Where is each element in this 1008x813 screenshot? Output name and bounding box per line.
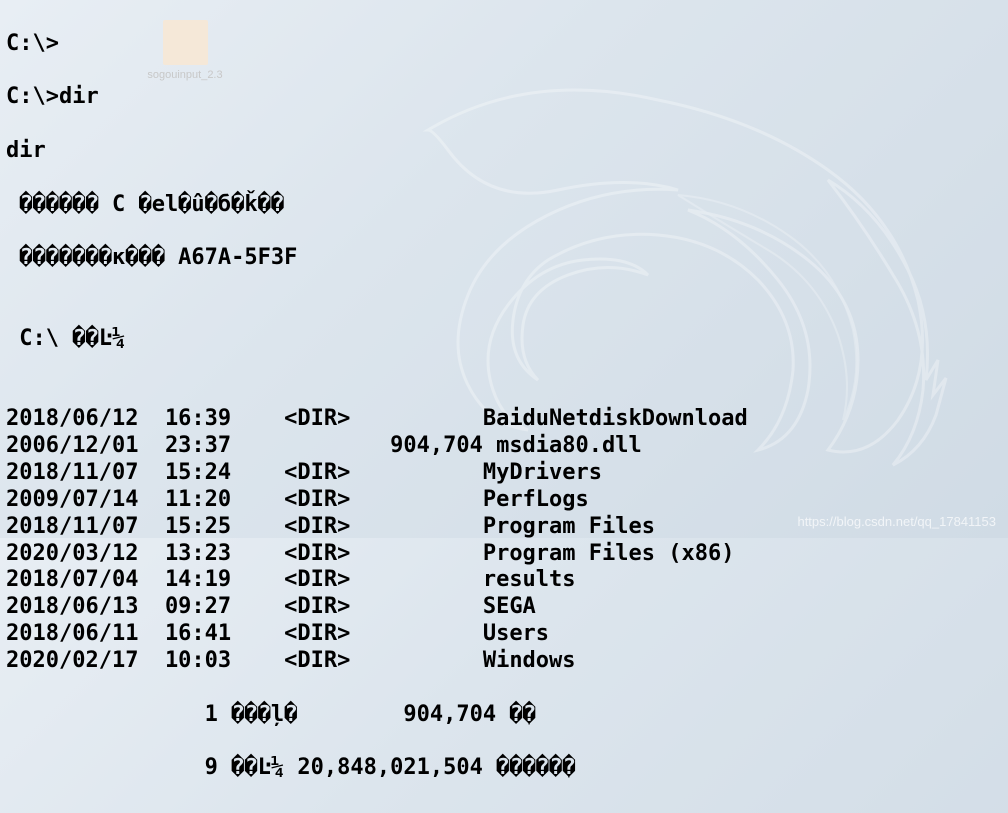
dir-entry: 2006/12/01 23:37 904,704 msdia80.dll: [6, 433, 1002, 460]
dir-entry: 2018/06/12 16:39 <DIR> BaiduNetdiskDownl…: [6, 406, 1002, 433]
summary-dirs: 9 ��Ŀ¼ 20,848,021,504 �����ֽ�: [6, 755, 1002, 782]
directory-path-line: C:\ ��Ŀ¼: [6, 326, 1002, 353]
watermark-text: https://blog.csdn.net/qq_17841153: [797, 514, 996, 530]
volume-label-line: ������ C �el�û�б�ǩ��: [6, 192, 1002, 219]
dir-entry: 2018/11/07 15:24 <DIR> MyDrivers: [6, 460, 1002, 487]
dir-entry: 2020/03/12 13:23 <DIR> Program Files (x8…: [6, 541, 1002, 568]
prompt-empty: C:\>: [6, 31, 1002, 58]
volume-serial-line: �������к��� A67A-5F3F: [6, 245, 1002, 272]
dir-entry: 2020/02/17 10:03 <DIR> Windows: [6, 648, 1002, 675]
prompt-dir-command: C:\>dir: [6, 84, 1002, 111]
dir-entry: 2018/07/04 14:19 <DIR> results: [6, 567, 1002, 594]
terminal-output[interactable]: C:\> C:\>dir dir ������ C �el�û�б�ǩ�� ��…: [0, 0, 1008, 813]
dir-listing: 2018/06/12 16:39 <DIR> BaiduNetdiskDownl…: [6, 406, 1002, 674]
dir-entry: 2018/06/11 16:41 <DIR> Users: [6, 621, 1002, 648]
dir-entry: 2018/06/13 09:27 <DIR> SEGA: [6, 594, 1002, 621]
command-echo: dir: [6, 138, 1002, 165]
summary-files: 1 ���ļ� 904,704 �ֽ�: [6, 702, 1002, 729]
dir-entry: 2009/07/14 11:20 <DIR> PerfLogs: [6, 487, 1002, 514]
